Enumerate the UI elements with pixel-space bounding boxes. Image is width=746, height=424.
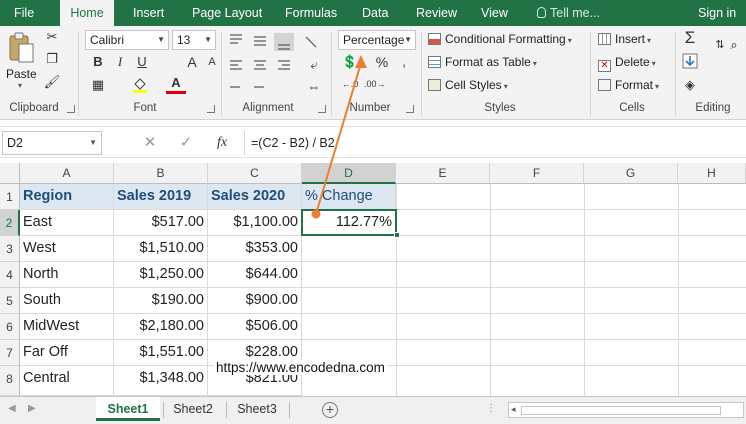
add-sheet-button[interactable]: + (322, 402, 338, 418)
scroll-left-arrow-icon[interactable]: ◂ (511, 404, 516, 415)
tab-divider (226, 402, 227, 418)
scroll-left-icon[interactable]: ◀ (8, 403, 16, 414)
scroll-right-icon[interactable]: ▶ (28, 403, 36, 414)
scrollbar-thumb[interactable] (521, 406, 721, 415)
tab-divider (289, 402, 290, 418)
sheet-tab-sheet3[interactable]: Sheet3 (228, 397, 286, 421)
sheet-tab-bar: ◀ ▶ Sheet1 Sheet2 Sheet3 + ⋮ ◂ (0, 396, 746, 424)
more-options-icon[interactable]: ⋮ (486, 403, 496, 414)
horizontal-scrollbar[interactable]: ◂ (508, 402, 744, 418)
sheet-tab-sheet1[interactable]: Sheet1 (96, 397, 160, 421)
sheet-tab-sheet2[interactable]: Sheet2 (164, 397, 222, 421)
watermark-text: https://www.encodedna.com (214, 360, 387, 375)
